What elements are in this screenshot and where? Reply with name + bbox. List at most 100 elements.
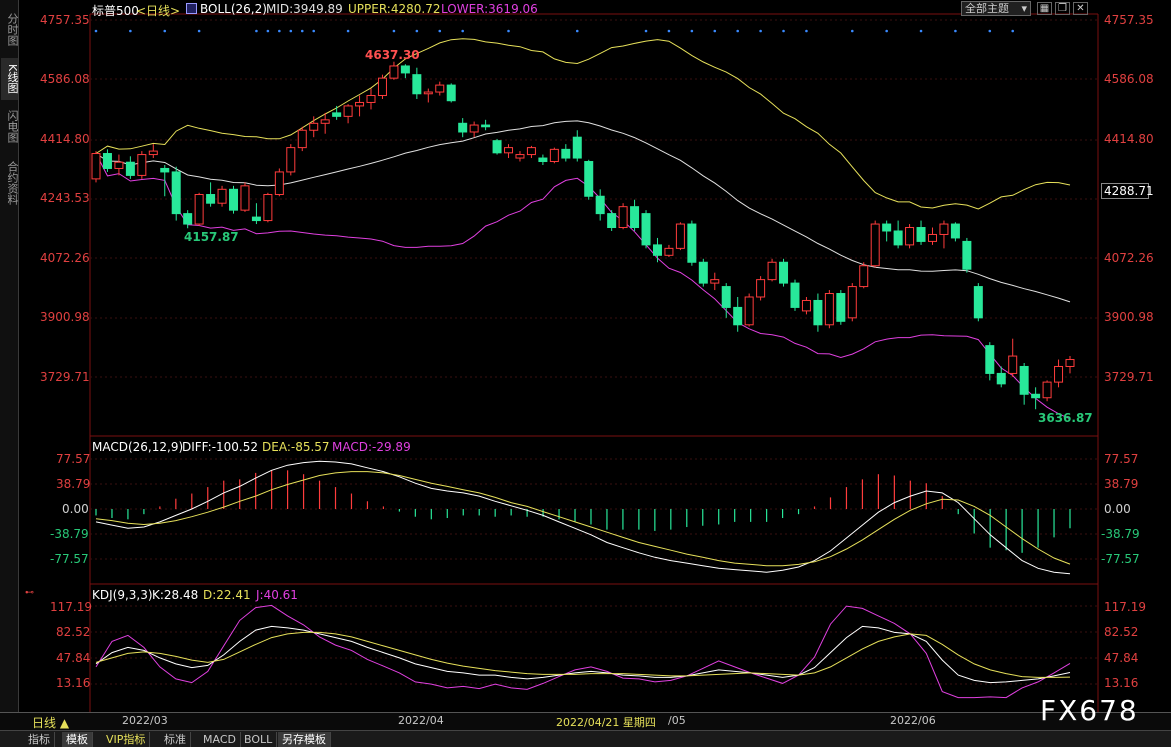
price-tick-right: 3900.98 — [1104, 310, 1154, 324]
candle-body — [206, 194, 216, 204]
signal-dot — [1011, 29, 1015, 33]
template-tab-bar: 指标 模板 VIP指标 标准 MACD BOLL 另存模板 — [0, 730, 1171, 747]
candle-body — [366, 95, 376, 103]
candle-body — [538, 157, 548, 163]
candle-body — [721, 286, 731, 308]
price-tick: 4243.53 — [40, 191, 90, 205]
kdj-tick: 47.84 — [56, 651, 91, 665]
candle-body — [263, 194, 273, 222]
boll-upper: UPPER:4280.72 — [348, 2, 441, 16]
theme-dropdown-label: 全部主题 — [965, 2, 1009, 15]
candle-body — [767, 261, 777, 281]
close-icon[interactable]: ✕ — [1073, 2, 1088, 15]
signal-dot — [415, 29, 419, 33]
tab-save-template[interactable]: 另存模板 — [278, 732, 331, 747]
last-price-tag: 4288.71 — [1101, 183, 1154, 199]
symbol-title: 标普500 — [92, 4, 139, 18]
candle-body — [274, 171, 284, 196]
signal-dot — [759, 29, 762, 33]
candle-body — [687, 223, 697, 263]
grid-icon[interactable]: ▦ — [1037, 2, 1052, 15]
signal-dot — [163, 29, 167, 33]
signal-dot — [94, 29, 98, 33]
chevron-down-icon: ▾ — [1021, 2, 1027, 15]
candle-body — [458, 122, 468, 133]
candle-body — [194, 194, 204, 225]
signal-dot — [278, 29, 281, 33]
macd-tick-right: -77.57 — [1101, 552, 1140, 566]
candle-body — [515, 154, 525, 159]
signal-dot — [575, 29, 579, 33]
crosshair-date: 2022/04/21 星期四 — [556, 716, 656, 729]
price-tick: 3900.98 — [40, 310, 90, 324]
signal-dot — [782, 29, 785, 33]
signal-dot — [346, 29, 350, 33]
candle-body — [985, 345, 995, 374]
price-tick: 4586.08 — [40, 72, 90, 86]
signal-dot — [988, 29, 992, 33]
candle-body — [492, 140, 502, 154]
candle-body — [423, 91, 433, 95]
candle-body — [710, 279, 720, 284]
kdj-tick-right: 47.84 — [1104, 651, 1139, 665]
candle-body — [1065, 359, 1075, 367]
tab-macd[interactable]: MACD — [199, 732, 241, 747]
chart-canvas[interactable] — [0, 0, 1171, 712]
candle-body — [1031, 393, 1041, 399]
signal-dot — [667, 29, 671, 33]
signal-dot — [312, 29, 316, 33]
signal-dot — [644, 29, 648, 33]
candle-body — [698, 261, 708, 284]
candle-body — [882, 223, 892, 232]
price-tick: 3729.71 — [40, 370, 90, 384]
candle-body — [332, 112, 342, 117]
period-label[interactable]: <日线> — [136, 2, 180, 19]
signal-dot — [713, 29, 717, 33]
kdj-title: KDJ(9,3,3) — [92, 588, 153, 602]
expand-icon[interactable]: ⊷ — [25, 588, 34, 598]
signal-dot — [289, 29, 293, 33]
period-toggle-button[interactable]: 日线 ▲ — [32, 714, 69, 731]
signal-dot — [690, 29, 694, 33]
price-tick: 4414.80 — [40, 132, 90, 146]
candle-body — [836, 293, 846, 322]
boll-mid: MID:3949.89 — [266, 2, 343, 16]
date-tick: /05 — [668, 714, 686, 727]
price-tick: 4757.35 — [40, 13, 90, 27]
candle-body — [927, 233, 937, 242]
macd-tick: -77.57 — [50, 552, 89, 566]
macd-diff-line — [95, 460, 1071, 575]
price-tick-right: 4072.26 — [1104, 251, 1154, 265]
candle-body — [389, 65, 399, 79]
candle-body — [790, 282, 800, 308]
candle-body — [286, 147, 296, 173]
macd-diff: DIFF:-100.52 — [182, 440, 259, 454]
candle-body — [377, 77, 387, 97]
tab-vip-indicator[interactable]: VIP指标 — [102, 732, 151, 747]
candle-body — [1008, 355, 1018, 374]
candle-body — [801, 299, 811, 312]
macd-dea: DEA:-85.57 — [262, 440, 330, 454]
tab-standard[interactable]: 标准 — [160, 732, 191, 747]
tab-template[interactable]: 模板 — [62, 732, 93, 747]
candle-body — [240, 185, 250, 211]
macd-tick-right: 38.79 — [1104, 477, 1139, 491]
candle-body — [412, 74, 422, 95]
candle-body — [744, 296, 754, 326]
candle-body — [481, 124, 491, 128]
candle-body — [893, 230, 903, 246]
candle-body — [561, 148, 571, 159]
candle-body — [343, 105, 353, 117]
candle-body — [607, 213, 617, 229]
watermark-logo: FX678 — [1040, 694, 1139, 727]
theme-dropdown[interactable]: 全部主题 ▾ — [961, 1, 1031, 16]
indicator-icon[interactable] — [186, 3, 197, 14]
kdj-tick-right: 117.19 — [1104, 600, 1146, 614]
candle-body — [939, 223, 949, 235]
candle-body — [160, 167, 170, 173]
tab-indicator[interactable]: 指标 — [24, 732, 55, 747]
signal-dot — [736, 29, 739, 33]
restore-icon[interactable]: ❐ — [1055, 2, 1070, 15]
signal-dot — [266, 29, 270, 33]
tab-boll[interactable]: BOLL — [240, 732, 278, 747]
